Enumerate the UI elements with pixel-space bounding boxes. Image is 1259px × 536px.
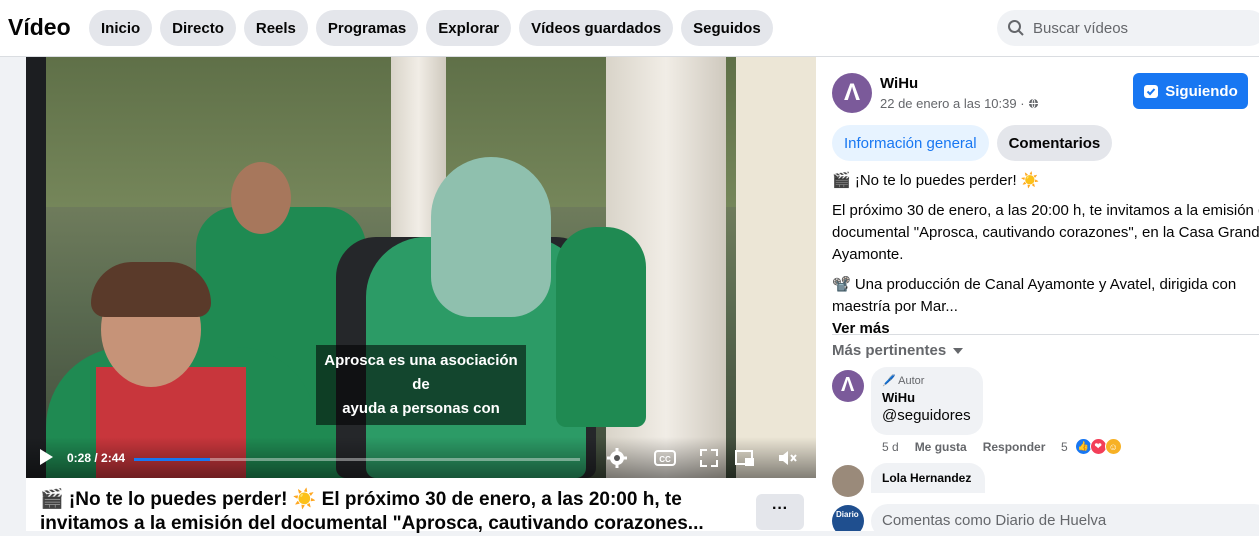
pip-icon[interactable] (734, 447, 756, 469)
sort-label: Más pertinentes (832, 342, 947, 359)
comment-author[interactable]: WiHu (882, 390, 972, 405)
video-caption-bar: 🎬 ¡No te lo puedes perder! ☀️ El próximo… (26, 478, 816, 534)
following-button[interactable]: Siguiendo (1133, 73, 1248, 109)
like-button[interactable]: Me gusta (915, 440, 967, 454)
nav-explorar[interactable]: Explorar (426, 10, 512, 46)
reaction-count: 5 (1061, 439, 1068, 454)
caption-line-1: 🎬 ¡No te lo puedes perder! ☀️ El próximo… (40, 489, 682, 510)
desc-line-2c: Ayamonte. (832, 246, 904, 263)
nav-inicio[interactable]: Inicio (89, 10, 153, 46)
author-badge: 🖊️ Autor (882, 375, 925, 387)
wall (736, 57, 816, 478)
comment-bubble: 🖊️ Autor WiHu @seguidores (871, 367, 983, 435)
composer-avatar: Diario (832, 505, 864, 531)
play-icon[interactable] (40, 449, 53, 465)
care-reaction-icon: ☺ (1104, 438, 1122, 455)
desc-line-3a: 📽️ Una producción de Canal Ayamonte y Av… (832, 276, 1237, 293)
comment-input[interactable]: Comentas como Diario de Huelva (871, 504, 1259, 531)
post-panel: Λ WiHu 22 de enero a las 10:39 · Siguien… (816, 57, 1259, 531)
page-name[interactable]: WiHu (880, 75, 918, 92)
comment-text[interactable]: @seguidores (882, 407, 972, 424)
comment-avatar[interactable]: Λ (832, 370, 864, 402)
post-description: 🎬 ¡No te lo puedes perder! ☀️ El próximo… (832, 170, 1259, 340)
mute-icon[interactable] (776, 447, 798, 469)
comment-reactions[interactable]: 5 👍 ❤ ☺ (1061, 438, 1122, 455)
tab-comentarios[interactable]: Comentarios (996, 125, 1113, 161)
svg-text:CC: CC (659, 455, 671, 464)
progress-fill (134, 458, 210, 461)
divider (832, 334, 1259, 335)
see-more-link[interactable]: Ver más (832, 318, 1259, 340)
page-avatar[interactable]: Λ (832, 73, 872, 113)
commenter-avatar[interactable] (832, 465, 864, 497)
comment-author-2[interactable]: Lola Hernandez (882, 471, 971, 485)
subtitle-line-1: Aprosca es una asociación de (324, 352, 518, 393)
post-date[interactable]: 22 de enero a las 10:39 · (880, 96, 1039, 111)
video-caption: 🎬 ¡No te lo puedes perder! ☀️ El próximo… (40, 488, 730, 536)
hood (431, 157, 551, 317)
nav-reels[interactable]: Reels (243, 10, 308, 46)
video-time: 0:28 / 2:44 (67, 451, 126, 465)
nav-videos-guardados[interactable]: Vídeos guardados (519, 10, 674, 46)
comment-actions: 5 d Me gusta Responder (882, 440, 1045, 454)
diario-de-huelva-logo-icon: Diario (836, 510, 859, 519)
wihu-logo-icon: Λ (844, 79, 861, 106)
nav-directo[interactable]: Directo (160, 10, 236, 46)
nav-programas[interactable]: Programas (315, 10, 419, 46)
woman-hair (91, 262, 211, 317)
following-check-icon (1144, 85, 1159, 98)
person-head (231, 162, 291, 234)
more-options-button[interactable]: ··· (756, 494, 804, 530)
subtitle-line-2: ayuda a personas con (342, 400, 500, 417)
tab-informacion-general[interactable]: Información general (832, 125, 989, 161)
desc-line-2a: El próximo 30 de enero, a las 20:00 h, t… (832, 202, 1259, 219)
search-placeholder: Buscar vídeos (1033, 19, 1129, 37)
comment-sort-dropdown[interactable]: Más pertinentes (832, 342, 964, 359)
page-title: Vídeo (8, 14, 71, 40)
desc-line-1: 🎬 ¡No te lo puedes perder! ☀️ (832, 172, 1040, 189)
person-right (556, 227, 646, 427)
caret-down-icon (953, 347, 964, 354)
comment-bubble-2: Lola Hernandez (871, 463, 985, 493)
reply-button[interactable]: Responder (983, 440, 1046, 454)
progress-track[interactable] (134, 458, 580, 461)
nav-seguidos[interactable]: Seguidos (681, 10, 773, 46)
wihu-logo-icon: Λ (841, 374, 855, 396)
video-nav: Inicio Directo Reels Programas Explorar … (89, 10, 773, 46)
desc-line-2b: documental "Aprosca, cautivando corazone… (832, 224, 1259, 241)
captions-icon[interactable]: CC (654, 447, 676, 469)
globe-icon (1029, 98, 1039, 109)
caption-line-2: invitamos a la emisión del documental "A… (40, 513, 704, 534)
video-subtitle: Aprosca es una asociación de ayuda a per… (316, 345, 526, 425)
search-icon (1008, 20, 1024, 36)
search-input[interactable]: Buscar vídeos (997, 10, 1259, 46)
gear-icon[interactable] (606, 447, 628, 469)
post-tabs: Información general Comentarios (832, 125, 1113, 161)
video-controls: 0:28 / 2:44 CC (26, 437, 816, 478)
video-column: Aprosca es una asociación de ayuda a per… (26, 57, 816, 534)
fullscreen-icon[interactable] (698, 447, 720, 469)
desc-line-3b: maestría por Mar... (832, 298, 958, 315)
post-date-text: 22 de enero a las 10:39 · (880, 96, 1025, 111)
video-player[interactable]: Aprosca es una asociación de ayuda a per… (26, 57, 816, 478)
following-label: Siguiendo (1165, 82, 1238, 100)
comment-age[interactable]: 5 d (882, 440, 899, 454)
top-bar: Vídeo Inicio Directo Reels Programas Exp… (0, 0, 1259, 57)
